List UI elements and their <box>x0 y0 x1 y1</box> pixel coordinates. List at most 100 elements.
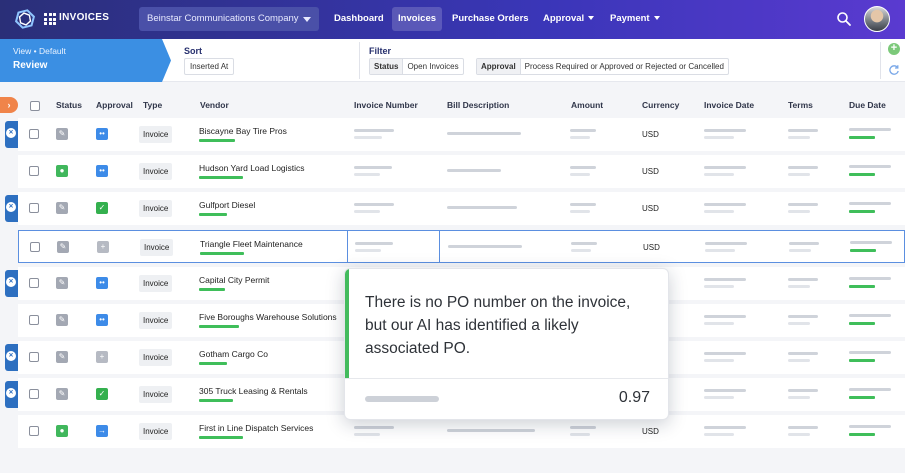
vendor-name[interactable]: Capital City Permit <box>199 275 269 285</box>
pencil-icon[interactable]: ✎ <box>56 202 68 214</box>
select-all-checkbox[interactable] <box>30 101 40 111</box>
user-icon[interactable]: ● <box>56 425 68 437</box>
column-header[interactable]: Invoice Date <box>704 100 754 110</box>
dots-icon[interactable]: •• <box>96 277 108 289</box>
terms-placeholder <box>788 203 818 206</box>
column-header[interactable]: Terms <box>788 100 813 110</box>
filter-key: Approval <box>477 59 521 74</box>
nav-payment[interactable]: Payment <box>604 7 666 31</box>
vendor-name[interactable]: Triangle Fleet Maintenance <box>200 239 303 249</box>
vendor-name[interactable]: Biscayne Bay Tire Pros <box>199 126 287 136</box>
table-row[interactable]: ● •• Invoice Hudson Yard Load Logistics USD <box>18 155 905 188</box>
vendor-name[interactable]: Five Boroughs Warehouse Solutions <box>199 312 337 322</box>
filter-chip-status[interactable]: Status Open Invoices <box>369 58 464 75</box>
vendor-name[interactable]: First in Line Dispatch Services <box>199 423 313 433</box>
vendor-name[interactable]: Gulfport Diesel <box>199 200 255 210</box>
dots-icon[interactable]: •• <box>96 314 108 326</box>
user-avatar[interactable] <box>864 6 890 32</box>
amount-placeholder <box>570 203 596 206</box>
column-header[interactable]: Approval <box>96 100 133 110</box>
row-checkbox[interactable] <box>29 129 39 139</box>
column-header[interactable]: Invoice Number <box>354 100 418 110</box>
amount-placeholder <box>570 173 590 176</box>
column-header[interactable]: Vendor <box>200 100 229 110</box>
company-selector[interactable]: Beinstar Communications Company <box>139 7 319 31</box>
row-checkbox[interactable] <box>29 389 39 399</box>
row-expand-tab[interactable] <box>5 381 18 408</box>
view-selector[interactable]: View • Default Review <box>0 39 171 82</box>
nav-invoices[interactable]: Invoices <box>392 7 443 31</box>
invoice-date-placeholder <box>704 396 734 399</box>
table-row[interactable]: ✎ + Invoice Triangle Fleet Maintenance USD <box>18 230 905 263</box>
row-expand-tab[interactable] <box>5 195 18 222</box>
sort-chip[interactable]: Inserted At <box>184 58 235 75</box>
check-icon[interactable]: ✓ <box>96 388 108 400</box>
app-logo-icon[interactable] <box>14 8 36 30</box>
column-header[interactable]: Bill Description <box>447 100 509 110</box>
plus-icon[interactable]: + <box>97 241 109 253</box>
pencil-icon[interactable]: ✎ <box>56 351 68 363</box>
column-header[interactable]: Currency <box>642 100 679 110</box>
invoice-date-placeholder <box>704 285 734 288</box>
filter-chip-approval[interactable]: Approval Process Required or Approved or… <box>476 58 729 75</box>
nav-purchase-orders[interactable]: Purchase Orders <box>446 7 535 31</box>
due-date-placeholder <box>850 241 892 244</box>
column-header[interactable]: Status <box>56 100 82 110</box>
row-expand-tab[interactable] <box>5 270 18 297</box>
row-checkbox[interactable] <box>29 352 39 362</box>
row-expand-tab[interactable] <box>5 121 18 148</box>
pencil-icon[interactable]: ✎ <box>56 314 68 326</box>
plus-icon[interactable]: + <box>96 351 108 363</box>
type-badge: Invoice <box>139 312 173 329</box>
nav-approval[interactable]: Approval <box>537 7 600 31</box>
dots-icon[interactable]: •• <box>96 165 108 177</box>
column-header[interactable]: Type <box>143 100 162 110</box>
row-checkbox[interactable] <box>29 426 39 436</box>
column-header[interactable]: Amount <box>571 100 603 110</box>
row-expand-tab[interactable] <box>5 344 18 371</box>
bill-description-placeholder <box>447 429 535 432</box>
chevron-down-icon <box>653 16 660 21</box>
row-checkbox[interactable] <box>29 278 39 288</box>
due-date-placeholder <box>849 425 891 428</box>
invoice-date-placeholder <box>704 166 746 169</box>
amount-placeholder <box>570 166 596 169</box>
vendor-name[interactable]: Hudson Yard Load Logistics <box>199 163 305 173</box>
vendor-underline <box>200 252 244 255</box>
row-checkbox[interactable] <box>29 203 39 213</box>
row-checkbox[interactable] <box>29 315 39 325</box>
apps-grid-icon[interactable] <box>44 13 56 25</box>
due-date-status-bar <box>849 433 875 436</box>
expand-panel-button[interactable]: › <box>0 97 18 113</box>
column-header[interactable]: Due Date <box>849 100 886 110</box>
due-date-placeholder <box>849 388 891 391</box>
bill-description-placeholder <box>447 169 501 172</box>
bill-description-placeholder <box>447 206 517 209</box>
terms-placeholder <box>788 389 818 392</box>
nav-dashboard[interactable]: Dashboard <box>328 7 390 31</box>
pencil-icon[interactable]: ✎ <box>56 388 68 400</box>
arrow-icon[interactable]: → <box>96 425 108 437</box>
vendor-underline <box>199 139 235 142</box>
search-icon[interactable] <box>836 11 852 27</box>
filter-label: Filter <box>369 46 392 56</box>
add-filter-icon[interactable]: + <box>888 43 900 55</box>
terms-placeholder <box>789 249 811 252</box>
row-checkbox[interactable] <box>29 166 39 176</box>
tooltip-message: There is no PO number on the invoice, bu… <box>365 294 631 357</box>
vendor-name[interactable]: 305 Truck Leasing & Rentals <box>199 386 308 396</box>
pencil-icon[interactable]: ✎ <box>56 128 68 140</box>
dots-icon[interactable]: •• <box>96 128 108 140</box>
check-icon[interactable]: ✓ <box>96 202 108 214</box>
terms-placeholder <box>788 129 818 132</box>
refresh-icon[interactable] <box>888 64 900 76</box>
table-header: Status Approval Type Vendor Invoice Numb… <box>0 88 905 120</box>
user-icon[interactable]: ● <box>56 165 68 177</box>
table-row[interactable]: ✎ ✓ Invoice Gulfport Diesel USD <box>18 192 905 225</box>
pencil-icon[interactable]: ✎ <box>56 277 68 289</box>
row-checkbox[interactable] <box>30 242 40 252</box>
table-row[interactable]: ✎ •• Invoice Biscayne Bay Tire Pros USD <box>18 118 905 151</box>
vendor-name[interactable]: Gotham Cargo Co <box>199 349 268 359</box>
pencil-icon[interactable]: ✎ <box>57 241 69 253</box>
divider <box>345 378 668 379</box>
